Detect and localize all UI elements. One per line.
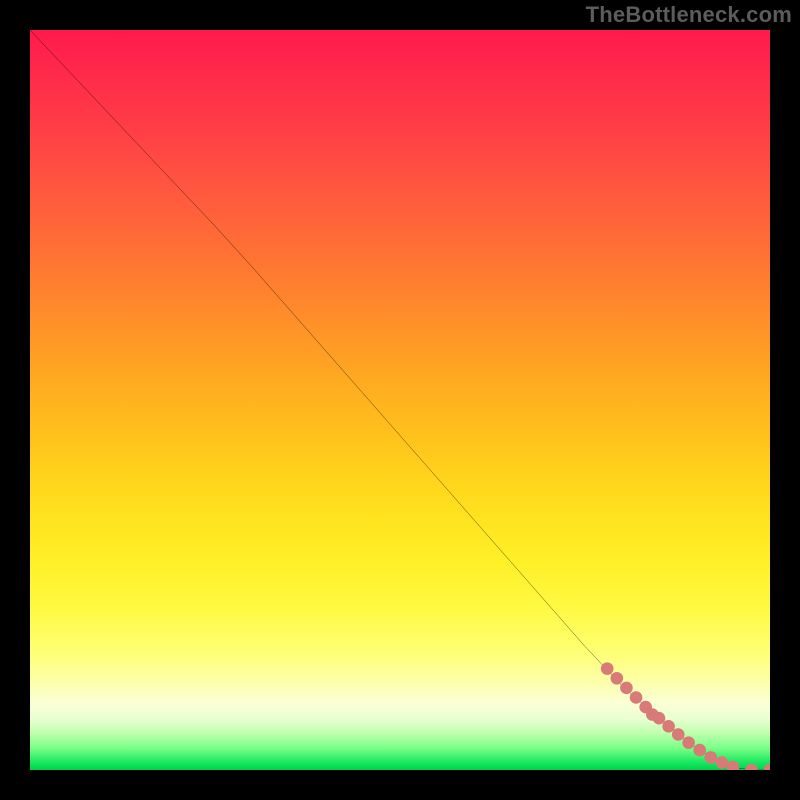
dot [705, 751, 718, 764]
curve-overlay [30, 30, 770, 770]
watermark-label: TheBottleneck.com [586, 2, 792, 28]
dot [601, 662, 614, 675]
dot [693, 744, 706, 757]
chart-frame: TheBottleneck.com [0, 0, 800, 800]
scatter-dots [601, 662, 770, 770]
dot [653, 712, 666, 725]
dot [672, 728, 685, 741]
dot [620, 682, 633, 695]
dot [611, 672, 624, 685]
dot [716, 756, 729, 769]
dot [630, 691, 643, 704]
dot [764, 764, 770, 770]
plot-area [30, 30, 770, 770]
dot [727, 761, 740, 770]
bottleneck-curve [30, 30, 770, 770]
dot [682, 736, 695, 749]
dot [745, 764, 758, 770]
dot [662, 720, 675, 733]
